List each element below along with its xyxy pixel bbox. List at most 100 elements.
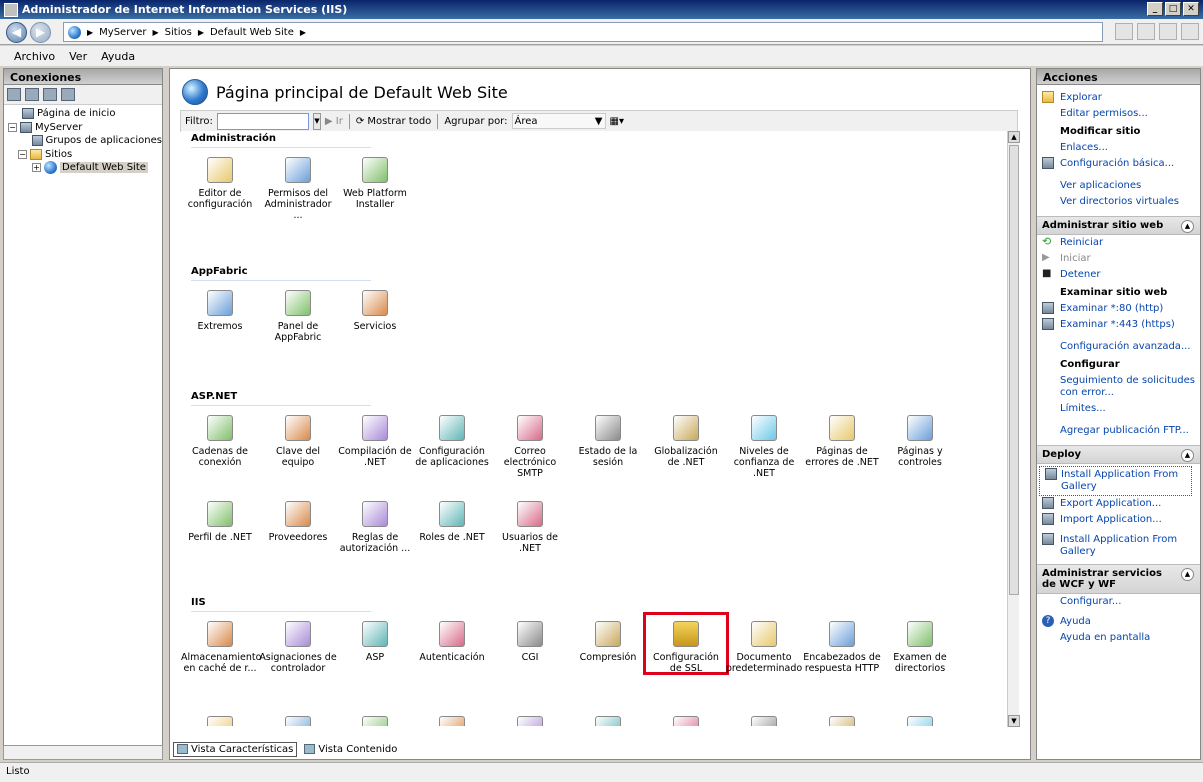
filter-dropdown[interactable]: ▼	[312, 112, 321, 130]
action-browse-443[interactable]: Examinar *:443 (https)	[1037, 317, 1200, 333]
tree-item-server[interactable]: − MyServer	[8, 121, 162, 135]
feature-icon	[207, 501, 233, 527]
action-explore[interactable]: Explorar	[1037, 90, 1200, 106]
tree-item-app-pools[interactable]: Grupos de aplicaciones	[8, 134, 162, 148]
deploy-section[interactable]: Deploy ▲	[1037, 445, 1200, 464]
scroll-down-icon[interactable]: ▼	[1008, 715, 1020, 727]
feature-item[interactable]: Páginas y controles	[881, 415, 959, 468]
feature-item[interactable]: Almacenamiento en caché de r...	[181, 621, 261, 674]
feature-item[interactable]: Estado de la sesión	[569, 415, 647, 468]
filter-input[interactable]	[216, 112, 309, 130]
wcf-section[interactable]: Administrar servicios de WCF y WF ▲	[1037, 564, 1200, 594]
collapse-icon[interactable]: −	[18, 149, 27, 159]
feature-item[interactable]: Globalización de .NET	[647, 415, 725, 468]
feature-item[interactable]: Compilación de .NET	[336, 415, 414, 468]
breadcrumb-sites[interactable]: Sitios	[165, 27, 192, 38]
scroll-thumb[interactable]	[1009, 145, 1019, 595]
tab-content-view[interactable]: Vista Contenido	[301, 743, 400, 756]
menu-archivo[interactable]: Archivo	[14, 50, 55, 63]
stop-icon[interactable]	[1137, 23, 1155, 40]
menu-ver[interactable]: Ver	[69, 50, 87, 63]
feature-item[interactable]: Clave del equipo	[259, 415, 337, 468]
action-basic-settings[interactable]: Configuración básica...	[1037, 156, 1200, 172]
refresh-icon[interactable]	[1115, 23, 1133, 40]
disconnect-icon[interactable]	[61, 88, 75, 101]
breadcrumb-site[interactable]: Default Web Site	[210, 27, 294, 38]
help-icon[interactable]	[1181, 23, 1199, 40]
collapse-icon[interactable]: ▲	[1181, 449, 1194, 462]
action-advanced-settings[interactable]: Configuración avanzada...	[1037, 339, 1200, 355]
action-failed-request-tracing[interactable]: Seguimiento de solicitudes con error...	[1037, 373, 1200, 401]
close-button[interactable]: ✕	[1183, 2, 1199, 16]
connections-tree: Página de inicio − MyServer Grupos de apl…	[4, 105, 162, 175]
collapse-icon[interactable]: ▲	[1181, 568, 1194, 581]
feature-item[interactable]: Usuarios de .NET	[491, 501, 569, 554]
feature-item[interactable]: Compresión	[569, 621, 647, 663]
action-import-app[interactable]: Import Application...	[1037, 512, 1200, 528]
breadcrumb-server[interactable]: MyServer	[99, 27, 146, 38]
group-by-select[interactable]: Área ▼	[511, 113, 606, 129]
tree-item-sites[interactable]: − Sitios	[8, 148, 162, 162]
feature-item[interactable]: Web Platform Installer	[336, 157, 414, 210]
action-stop[interactable]: ■ Detener	[1037, 267, 1200, 283]
menu-ayuda[interactable]: Ayuda	[101, 50, 135, 63]
maximize-button[interactable]: □	[1165, 2, 1181, 16]
action-install-gallery-2[interactable]: Install Application From Gallery	[1037, 532, 1200, 560]
feature-item[interactable]: Panel de AppFabric	[259, 290, 337, 343]
feature-item[interactable]: CGI	[491, 621, 569, 663]
features-vscroll[interactable]: ▲ ▼	[1007, 131, 1020, 727]
go-button[interactable]: ▶ Ir	[325, 116, 343, 127]
action-online-help[interactable]: Ayuda en pantalla	[1037, 630, 1200, 646]
feature-item[interactable]: Páginas de errores de .NET	[803, 415, 881, 468]
feature-item[interactable]: Editor de configuración	[181, 157, 259, 210]
action-wcf-configure[interactable]: Configurar...	[1037, 594, 1200, 610]
feature-item[interactable]: Roles de .NET	[413, 501, 491, 543]
action-view-vdirs[interactable]: Ver directorios virtuales	[1037, 194, 1200, 210]
manage-site-section[interactable]: Administrar sitio web ▲	[1037, 216, 1200, 235]
save-icon[interactable]	[25, 88, 39, 101]
address-bar[interactable]: ▶ MyServer ▶ Sitios ▶ Default Web Site ▶	[63, 22, 1103, 42]
feature-item[interactable]: Proveedores	[259, 501, 337, 543]
show-all-button[interactable]: ⟳ Mostrar todo	[356, 116, 431, 127]
minimize-button[interactable]: _	[1147, 2, 1163, 16]
scroll-up-icon[interactable]: ▲	[1008, 131, 1020, 143]
feature-item[interactable]: Niveles de confianza de .NET	[725, 415, 803, 479]
action-add-ftp[interactable]: Agregar publicación FTP...	[1037, 423, 1200, 439]
back-button[interactable]: ◀	[6, 22, 27, 43]
action-view-apps[interactable]: Ver aplicaciones	[1037, 178, 1200, 194]
feature-item[interactable]: Extremos	[181, 290, 259, 332]
tab-features-view[interactable]: Vista Características	[173, 741, 298, 757]
feature-item[interactable]: Servicios	[336, 290, 414, 332]
collapse-icon[interactable]: ▲	[1181, 220, 1194, 233]
feature-item[interactable]: Examen de directorios	[881, 621, 959, 674]
up-icon[interactable]	[43, 88, 57, 101]
view-options-icon[interactable]: ▦▾	[610, 116, 624, 127]
action-limits[interactable]: Límites...	[1037, 401, 1200, 417]
home-icon[interactable]	[1159, 23, 1177, 40]
feature-item[interactable]: Encabezados de respuesta HTTP	[803, 621, 881, 674]
feature-item[interactable]: Perfil de .NET	[181, 501, 259, 543]
expand-icon[interactable]: +	[32, 163, 41, 173]
feature-item[interactable]: Permisos del Administrador ...	[259, 157, 337, 221]
feature-item[interactable]: Configuración de aplicaciones	[413, 415, 491, 468]
feature-item[interactable]: Correo electrónico SMTP	[491, 415, 569, 479]
action-browse-80[interactable]: Examinar *:80 (http)	[1037, 301, 1200, 317]
collapse-icon[interactable]: −	[8, 122, 17, 132]
action-bindings[interactable]: Enlaces...	[1037, 140, 1200, 156]
feature-item[interactable]: Asignaciones de controlador	[259, 621, 337, 674]
action-install-gallery[interactable]: Install Application From Gallery	[1039, 466, 1192, 496]
connect-icon[interactable]	[7, 88, 21, 101]
tree-item-start-page[interactable]: Página de inicio	[8, 107, 162, 121]
feature-item[interactable]: Cadenas de conexión	[181, 415, 259, 468]
forward-button[interactable]: ▶	[30, 22, 51, 43]
feature-item[interactable]: Documento predeterminado	[725, 621, 803, 674]
action-edit-permissions[interactable]: Editar permisos...	[1037, 106, 1200, 122]
feature-item[interactable]: ASP	[336, 621, 414, 663]
connections-hscroll[interactable]	[3, 745, 163, 760]
feature-item[interactable]: Autenticación	[413, 621, 491, 663]
action-help[interactable]: ? Ayuda	[1037, 614, 1200, 630]
action-export-app[interactable]: Export Application...	[1037, 496, 1200, 512]
action-restart[interactable]: ⟲ Reiniciar	[1037, 235, 1200, 251]
tree-item-default-site[interactable]: + Default Web Site	[8, 161, 162, 175]
feature-item[interactable]: Reglas de autorización ...	[336, 501, 414, 554]
